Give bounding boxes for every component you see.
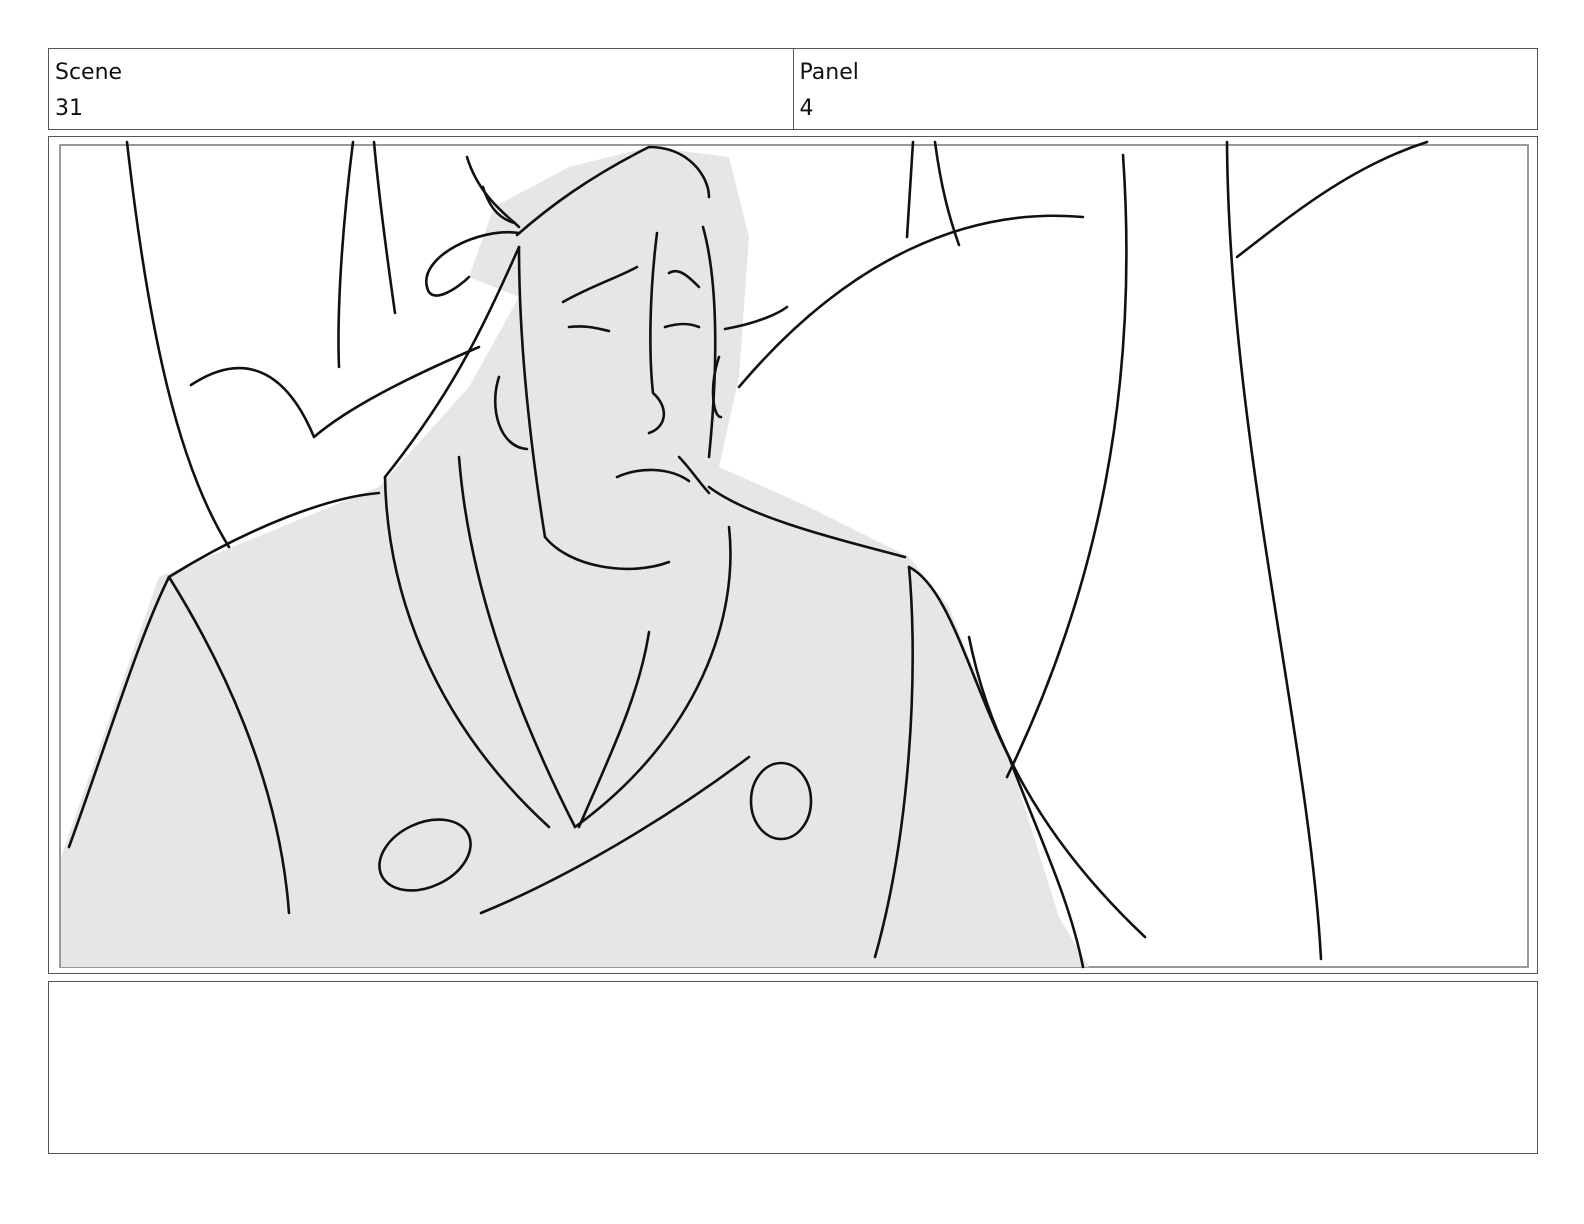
bg-line xyxy=(905,140,915,239)
scene-cell: Scene 31 xyxy=(49,49,793,129)
bg-hill xyxy=(737,214,1085,389)
panel-label: Panel xyxy=(799,60,859,85)
scene-number: 31 xyxy=(55,96,83,121)
notes-box[interactable] xyxy=(48,981,1538,1154)
bg-trunk-left xyxy=(125,140,231,549)
character-fill xyxy=(61,147,1089,967)
scene-label: Scene xyxy=(55,60,123,85)
panel-number: 4 xyxy=(799,96,814,121)
bg-bush xyxy=(189,345,481,439)
panel-cell: Panel 4 xyxy=(792,49,1538,129)
bg-branch xyxy=(1235,140,1429,259)
panel-header: Scene 31 Panel 4 xyxy=(48,48,1538,130)
bg-line xyxy=(337,140,355,369)
bg-trunk xyxy=(1005,153,1128,779)
bg-trunk-right xyxy=(1225,140,1323,961)
storyboard-panel-frame xyxy=(48,136,1538,974)
bg-line xyxy=(372,140,397,315)
bg-line xyxy=(933,140,961,247)
storyboard-sketch xyxy=(59,140,1529,969)
